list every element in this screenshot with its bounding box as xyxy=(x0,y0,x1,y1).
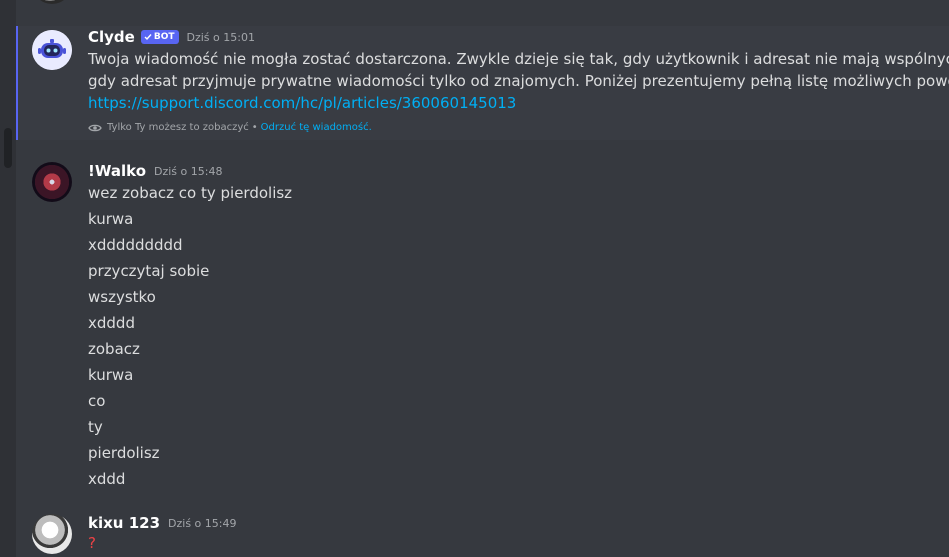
scrollbar-thumb[interactable] xyxy=(4,128,12,168)
message-text: przyczytaj sobie xyxy=(88,262,210,280)
ephemeral-accent-bar xyxy=(16,26,18,140)
avatar[interactable] xyxy=(32,162,72,202)
message-text: xdddd xyxy=(88,314,135,332)
message-text: pierdolisz xyxy=(88,444,160,462)
message-text: kurwa xyxy=(88,210,134,228)
ephemeral-notice: Tylko Ty możesz to zobaczyć • Odrzuć tę … xyxy=(88,122,372,133)
support-link[interactable]: https://support.discord.com/hc/pl/articl… xyxy=(88,92,949,114)
timestamp[interactable]: Dziś o 15:01 xyxy=(187,31,255,44)
message-text-line: gdy adresat przyjmuje prywatne wiadomośc… xyxy=(88,72,949,90)
message-header: !Walko Dziś o 15:48 xyxy=(88,162,222,180)
message-text: wszystko xyxy=(88,288,156,306)
message-text: xddd xyxy=(88,470,126,488)
avatar[interactable] xyxy=(32,30,72,70)
dismiss-message-link[interactable]: Odrzuć tę wiadomość. xyxy=(261,122,372,133)
timestamp[interactable]: Dziś o 15:48 xyxy=(154,165,222,178)
clyde-avatar-icon xyxy=(32,30,72,70)
message-header: Clyde BOT Dziś o 15:01 xyxy=(88,28,255,46)
system-message: Clyde BOT Dziś o 15:01 Twoja wiadomość n… xyxy=(16,26,949,140)
avatar[interactable] xyxy=(32,514,72,554)
message-text: xddddddddd xyxy=(88,236,183,254)
bot-badge: BOT xyxy=(140,30,179,44)
username[interactable]: Clyde xyxy=(88,28,135,46)
message-text: wez zobacz co ty pierdolisz xyxy=(88,184,293,202)
separator-dot: • xyxy=(251,122,258,133)
message-group: kixu 123 Dziś o 15:49 ? xyxy=(16,508,949,557)
message-text: co xyxy=(88,392,106,410)
timestamp[interactable]: Dziś o 15:49 xyxy=(168,517,236,530)
checkmark-icon xyxy=(144,34,152,41)
ephemeral-note: Tylko Ty możesz to zobaczyć xyxy=(107,122,249,133)
username[interactable]: !Walko xyxy=(88,162,146,180)
chat-window: Clyde BOT Dziś o 15:01 Twoja wiadomość n… xyxy=(0,0,949,557)
message-text-line: Twoja wiadomość nie mogła zostać dostarc… xyxy=(88,50,949,68)
message-content: Twoja wiadomość nie mogła zostać dostarc… xyxy=(88,48,949,114)
message-group: !Walko Dziś o 15:48 wez zobacz co ty pie… xyxy=(16,156,949,496)
previous-message-avatar[interactable] xyxy=(32,0,72,4)
left-gutter xyxy=(0,0,16,557)
message-header: kixu 123 Dziś o 15:49 xyxy=(88,514,236,532)
message-text: zobacz xyxy=(88,340,140,358)
message-text: ty xyxy=(88,418,103,436)
username[interactable]: kixu 123 xyxy=(88,514,160,532)
message-text: kurwa xyxy=(88,366,134,384)
eye-icon xyxy=(88,124,102,131)
bot-badge-label: BOT xyxy=(153,32,175,42)
message-text: ? xyxy=(88,534,96,552)
